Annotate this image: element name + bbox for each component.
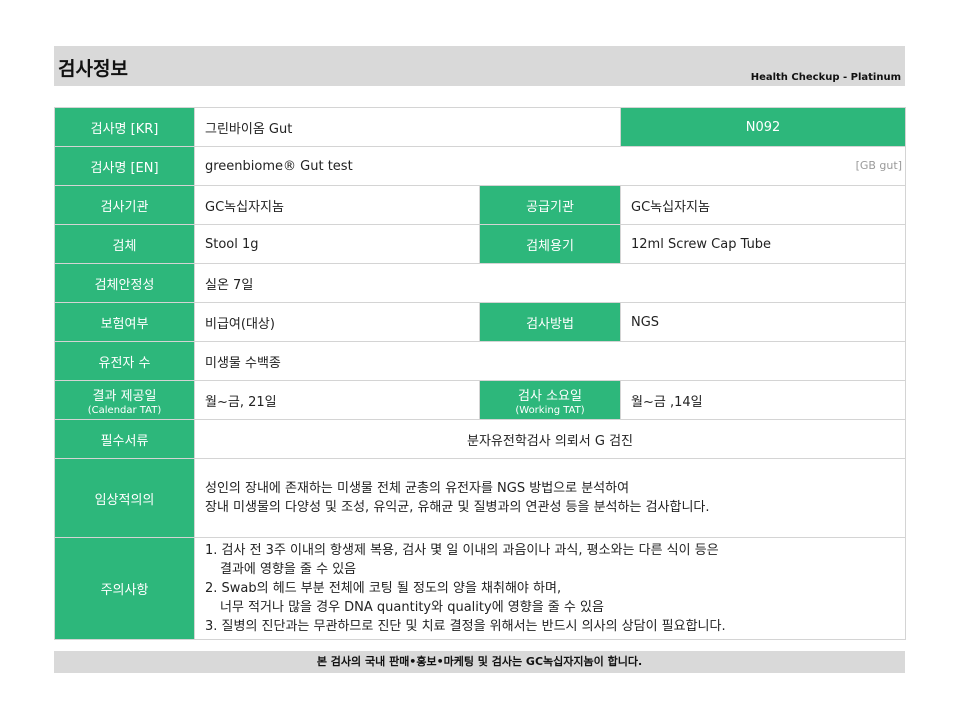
row-name-en: 검사명 [EN] [GB gut] greenbiome® Gut test xyxy=(54,146,906,186)
label-method: 검사방법 xyxy=(479,302,621,342)
label-name-kr: 검사명 [KR] xyxy=(54,107,195,147)
label-documents: 필수서류 xyxy=(54,419,195,459)
page-title: 검사정보 xyxy=(58,58,128,80)
label-institution: 검사기관 xyxy=(54,185,195,225)
value-name-kr: 그린바이옴 Gut xyxy=(194,107,621,147)
value-insurance: 비급여(대상) xyxy=(194,302,480,342)
value-specimen: Stool 1g xyxy=(194,224,480,264)
label-container: 검체용기 xyxy=(479,224,621,264)
label-working-tat-main: 검사 소요일 xyxy=(518,388,582,404)
value-clinical: 성인의 장내에 존재하는 미생물 전체 균총의 유전자를 NGS 방법으로 분석… xyxy=(194,458,906,538)
notes-line: 2. Swab의 헤드 부분 전체에 코팅 될 정도의 양을 채취해야 하며, xyxy=(205,581,562,596)
value-supplier: GC녹십자지놈 xyxy=(620,185,906,225)
row-tat: 결과 제공일 (Calendar TAT) 월~금, 21일 검사 소요일 (W… xyxy=(54,380,906,420)
row-stability: 검체안정성 실온 7일 xyxy=(54,263,906,303)
footer-notice: 본 검사의 국내 판매•홍보•마케팅 및 검사는 GC녹십자지놈이 합니다. xyxy=(54,651,905,673)
notes-line: 3. 질병의 진단과는 무관하므로 진단 및 치료 결정을 위해서는 반드시 의… xyxy=(205,619,726,634)
test-code: N092 xyxy=(620,107,906,147)
value-method: NGS xyxy=(620,302,906,342)
value-working-tat: 월~금 ,14일 xyxy=(620,380,906,420)
value-name-en: greenbiome® Gut test xyxy=(205,158,353,174)
clinical-line: 성인의 장내에 존재하는 미생물 전체 균총의 유전자를 NGS 방법으로 분석… xyxy=(205,481,630,496)
label-specimen: 검체 xyxy=(54,224,195,264)
label-clinical: 임상적의의 xyxy=(54,458,195,538)
label-calendar-tat-sub: (Calendar TAT) xyxy=(87,404,162,416)
notes-line: 결과에 영향을 줄 수 있음 xyxy=(220,562,357,577)
label-working-tat-sub: (Working TAT) xyxy=(515,404,585,416)
label-insurance: 보험여부 xyxy=(54,302,195,342)
label-stability: 검체안정성 xyxy=(54,263,195,303)
value-documents: 분자유전학검사 의뢰서 G 검진 xyxy=(194,419,906,459)
label-supplier: 공급기관 xyxy=(479,185,621,225)
section-header: 검사정보 Health Checkup - Platinum xyxy=(54,46,905,86)
label-genes: 유전자 수 xyxy=(54,341,195,381)
value-container: 12ml Screw Cap Tube xyxy=(620,224,906,264)
label-name-en: 검사명 [EN] xyxy=(54,146,195,186)
test-info-table: 검사명 [KR] 그린바이옴 Gut N092 검사명 [EN] [GB gut… xyxy=(54,107,906,640)
label-working-tat: 검사 소요일 (Working TAT) xyxy=(479,380,621,420)
row-insurance: 보험여부 비급여(대상) 검사방법 NGS xyxy=(54,302,906,342)
row-documents: 필수서류 분자유전학검사 의뢰서 G 검진 xyxy=(54,419,906,459)
page-subtitle: Health Checkup - Platinum xyxy=(750,72,901,83)
label-notes: 주의사항 xyxy=(54,537,195,640)
label-calendar-tat-main: 결과 제공일 xyxy=(92,388,157,404)
row-notes: 주의사항 1. 검사 전 3주 이내의 항생제 복용, 검사 몇 일 이내의 과… xyxy=(54,537,906,640)
value-stability: 실온 7일 xyxy=(194,263,906,303)
value-name-en-cell: [GB gut] greenbiome® Gut test xyxy=(194,146,906,186)
row-name-kr: 검사명 [KR] 그린바이옴 Gut N092 xyxy=(54,107,906,147)
label-calendar-tat: 결과 제공일 (Calendar TAT) xyxy=(54,380,195,420)
value-genes: 미생물 수백종 xyxy=(194,341,906,381)
row-specimen: 검체 Stool 1g 검체용기 12ml Screw Cap Tube xyxy=(54,224,906,264)
row-institution: 검사기관 GC녹십자지놈 공급기관 GC녹십자지놈 xyxy=(54,185,906,225)
notes-line: 너무 적거나 많을 경우 DNA quantity와 quality에 영향을 … xyxy=(220,600,604,615)
value-notes: 1. 검사 전 3주 이내의 항생제 복용, 검사 몇 일 이내의 과음이나 과… xyxy=(194,537,906,640)
value-calendar-tat: 월~금, 21일 xyxy=(194,380,480,420)
test-tag: [GB gut] xyxy=(855,158,902,172)
row-genes: 유전자 수 미생물 수백종 xyxy=(54,341,906,381)
notes-line: 1. 검사 전 3주 이내의 항생제 복용, 검사 몇 일 이내의 과음이나 과… xyxy=(205,543,719,558)
row-clinical: 임상적의의 성인의 장내에 존재하는 미생물 전체 균총의 유전자를 NGS 방… xyxy=(54,458,906,538)
clinical-line: 장내 미생물의 다양성 및 조성, 유익균, 유해균 및 질병과의 연관성 등을… xyxy=(205,500,710,515)
value-institution: GC녹십자지놈 xyxy=(194,185,480,225)
